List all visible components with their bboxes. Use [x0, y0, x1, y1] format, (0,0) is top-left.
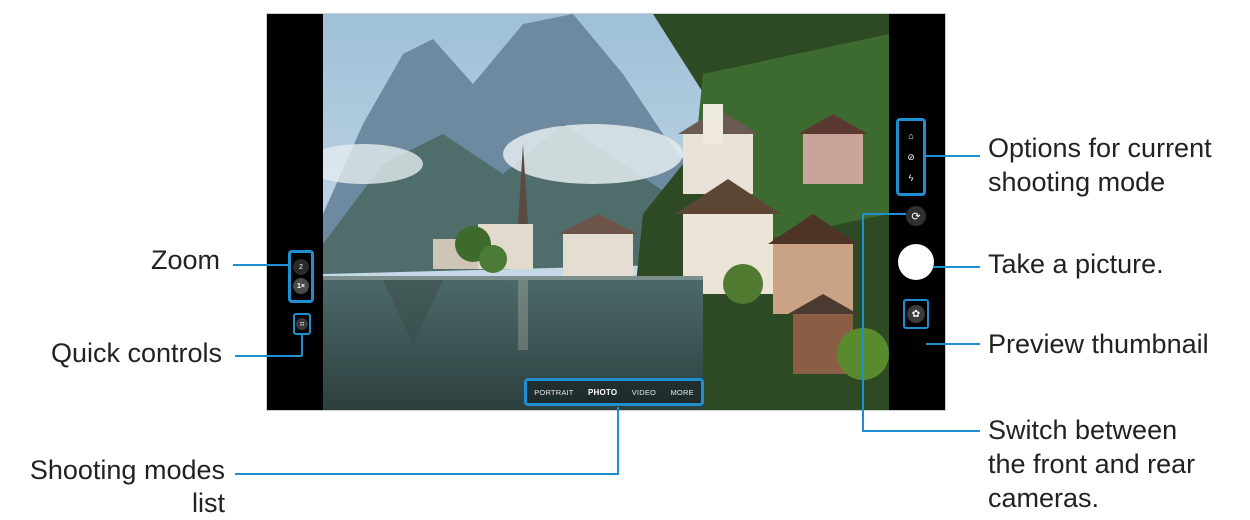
callout-options-2: shooting mode [988, 167, 1166, 197]
connector-switch-top [862, 213, 906, 215]
preview-thumbnail-highlight: ✿ [903, 299, 929, 329]
zoom-control[interactable]: 2 1× [288, 250, 314, 303]
flower-thumbnail-icon[interactable]: ✿ [907, 305, 925, 323]
connector-options [925, 155, 980, 157]
rotate-camera-icon[interactable]: ⟳ [906, 206, 926, 226]
callout-switch-1: Switch between [988, 415, 1178, 445]
zoom-1x-button[interactable]: 1× [293, 278, 309, 294]
mode-portrait[interactable]: PORTRAIT [534, 388, 573, 397]
camera-aspect-icon[interactable]: ⌂ [908, 131, 913, 141]
connector-quick-controls-h [235, 355, 302, 357]
grid-dots-icon[interactable]: ⠶ [296, 318, 308, 330]
callout-shooting-modes-1: Shooting modes [29, 455, 225, 485]
callout-preview: Preview thumbnail [988, 329, 1209, 359]
callout-switch-3: cameras. [988, 483, 1100, 513]
connector-preview [926, 343, 980, 345]
viewfinder-image[interactable] [323, 14, 889, 410]
mode-photo[interactable]: PHOTO [588, 388, 617, 397]
callout-options-1: Options for current [988, 133, 1212, 163]
landscape-photo [323, 14, 889, 410]
connector-switch-v [862, 213, 864, 432]
callout-zoom: Zoom [150, 245, 220, 275]
connector-zoom [233, 264, 290, 266]
shooting-options-panel: ⌂ ⊘ ϟ [896, 118, 926, 196]
zoom-2x-button[interactable]: 2 [293, 259, 309, 275]
camera-screen: 2 1× ⠶ ⌂ ⊘ ϟ ⟳ ✿ PORTRAIT PHOTO VIDEO MO… [266, 13, 946, 411]
timer-off-icon[interactable]: ⊘ [907, 152, 915, 162]
mode-video[interactable]: VIDEO [632, 388, 656, 397]
callout-switch-2: the front and rear [988, 449, 1196, 479]
shutter-button[interactable] [898, 244, 934, 280]
connector-modes-v [617, 407, 619, 475]
connector-take-picture [933, 266, 980, 268]
connector-quick-controls-v [301, 333, 303, 356]
mode-more[interactable]: MORE [670, 388, 693, 397]
callout-shooting-modes-2: list [192, 488, 225, 518]
flash-icon[interactable]: ϟ [909, 173, 914, 183]
quick-controls-highlight: ⠶ [293, 313, 311, 335]
callout-quick-controls: Quick controls [50, 338, 222, 368]
connector-modes-h [235, 473, 619, 475]
connector-switch-h [862, 430, 980, 432]
shooting-modes-list: PORTRAIT PHOTO VIDEO MORE [524, 378, 704, 406]
left-control-bar: 2 1× ⠶ [267, 14, 323, 410]
callout-take-picture: Take a picture. [988, 249, 1164, 279]
